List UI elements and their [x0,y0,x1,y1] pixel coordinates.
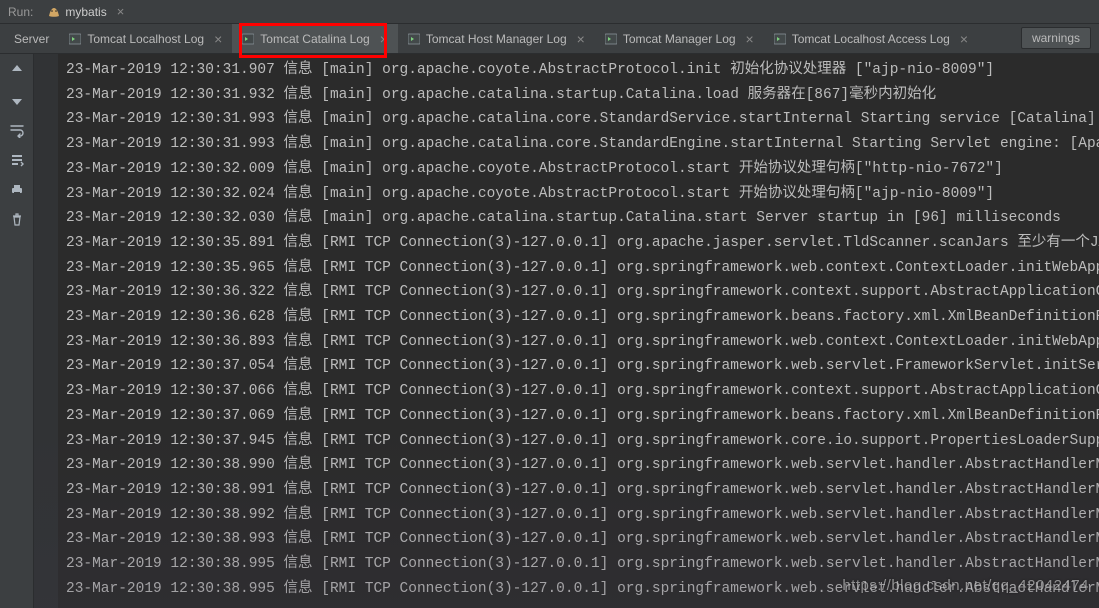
log-line: 23-Mar-2019 12:30:31.932 信息 [main] org.a… [66,83,1099,108]
run-config[interactable]: mybatis × [43,2,128,21]
close-icon[interactable]: × [380,32,388,46]
trash-icon[interactable] [9,212,25,228]
log-line: 23-Mar-2019 12:30:36.628 信息 [RMI TCP Con… [66,305,1099,330]
log-line: 23-Mar-2019 12:30:38.993 信息 [RMI TCP Con… [66,527,1099,552]
warnings-button[interactable]: warnings [1021,27,1091,49]
log-line: 23-Mar-2019 12:30:38.995 信息 [RMI TCP Con… [66,552,1099,577]
tab-label: Tomcat Host Manager Log [426,32,567,46]
tomcat-icon [47,5,61,19]
watermark-text: https://blog.csdn.net/qq_42042474 [842,577,1089,594]
log-line: 23-Mar-2019 12:30:31.993 信息 [main] org.a… [66,132,1099,157]
log-line: 23-Mar-2019 12:30:38.990 信息 [RMI TCP Con… [66,453,1099,478]
tab-label: Tomcat Manager Log [623,32,736,46]
log-line: 23-Mar-2019 12:30:36.893 信息 [RMI TCP Con… [66,330,1099,355]
close-icon[interactable]: × [577,32,585,46]
console-icon [605,33,617,45]
log-line: 23-Mar-2019 12:30:31.907 信息 [main] org.a… [66,58,1099,83]
arrow-down-icon[interactable] [9,92,25,108]
console-toolbar [0,54,34,608]
log-line: 23-Mar-2019 12:30:38.991 信息 [RMI TCP Con… [66,478,1099,503]
console-icon [69,33,81,45]
log-line: 23-Mar-2019 12:30:38.992 信息 [RMI TCP Con… [66,503,1099,528]
console-icon [242,33,254,45]
log-line: 23-Mar-2019 12:30:37.945 信息 [RMI TCP Con… [66,429,1099,454]
arrow-up-icon[interactable] [9,62,25,78]
console-panel: 23-Mar-2019 12:30:31.907 信息 [main] org.a… [34,54,1099,608]
main-area: 23-Mar-2019 12:30:31.907 信息 [main] org.a… [0,54,1099,608]
warnings-label: warnings [1032,31,1080,45]
tab-localhost-log[interactable]: Tomcat Localhost Log × [59,24,232,53]
log-line: 23-Mar-2019 12:30:32.009 信息 [main] org.a… [66,157,1099,182]
log-line: 23-Mar-2019 12:30:35.891 信息 [RMI TCP Con… [66,231,1099,256]
log-output[interactable]: 23-Mar-2019 12:30:31.907 信息 [main] org.a… [58,58,1099,608]
log-line: 23-Mar-2019 12:30:36.322 信息 [RMI TCP Con… [66,280,1099,305]
console-icon [774,33,786,45]
close-icon[interactable]: × [214,32,222,46]
tab-label: Tomcat Localhost Log [87,32,204,46]
console-icon [408,33,420,45]
close-icon[interactable]: × [960,32,968,46]
log-line: 23-Mar-2019 12:30:32.024 信息 [main] org.a… [66,182,1099,207]
tab-label: Tomcat Catalina Log [260,32,369,46]
tab-server[interactable]: Server [4,24,59,53]
run-label: Run: [8,5,33,19]
tab-catalina-log[interactable]: Tomcat Catalina Log × [232,24,398,53]
tab-localhost-access-log[interactable]: Tomcat Localhost Access Log × [764,24,978,53]
log-line: 23-Mar-2019 12:30:37.069 信息 [RMI TCP Con… [66,404,1099,429]
tab-manager-log[interactable]: Tomcat Manager Log × [595,24,764,53]
close-icon[interactable]: × [117,4,125,19]
console-gutter [34,54,58,608]
log-line: 23-Mar-2019 12:30:37.054 信息 [RMI TCP Con… [66,354,1099,379]
run-header: Run: mybatis × [0,0,1099,24]
server-tab-label: Server [14,32,49,46]
print-icon[interactable] [9,182,25,198]
log-tab-bar: Server Tomcat Localhost Log × Tomcat Cat… [0,24,1099,54]
log-line: 23-Mar-2019 12:30:35.965 信息 [RMI TCP Con… [66,256,1099,281]
log-line: 23-Mar-2019 12:30:31.993 信息 [main] org.a… [66,107,1099,132]
close-icon[interactable]: × [746,32,754,46]
scroll-end-icon[interactable] [9,152,25,168]
run-config-name: mybatis [65,5,106,19]
log-line: 23-Mar-2019 12:30:37.066 信息 [RMI TCP Con… [66,379,1099,404]
soft-wrap-icon[interactable] [9,122,25,138]
log-line: 23-Mar-2019 12:30:32.030 信息 [main] org.a… [66,206,1099,231]
tab-label: Tomcat Localhost Access Log [792,32,950,46]
tab-host-manager-log[interactable]: Tomcat Host Manager Log × [398,24,595,53]
